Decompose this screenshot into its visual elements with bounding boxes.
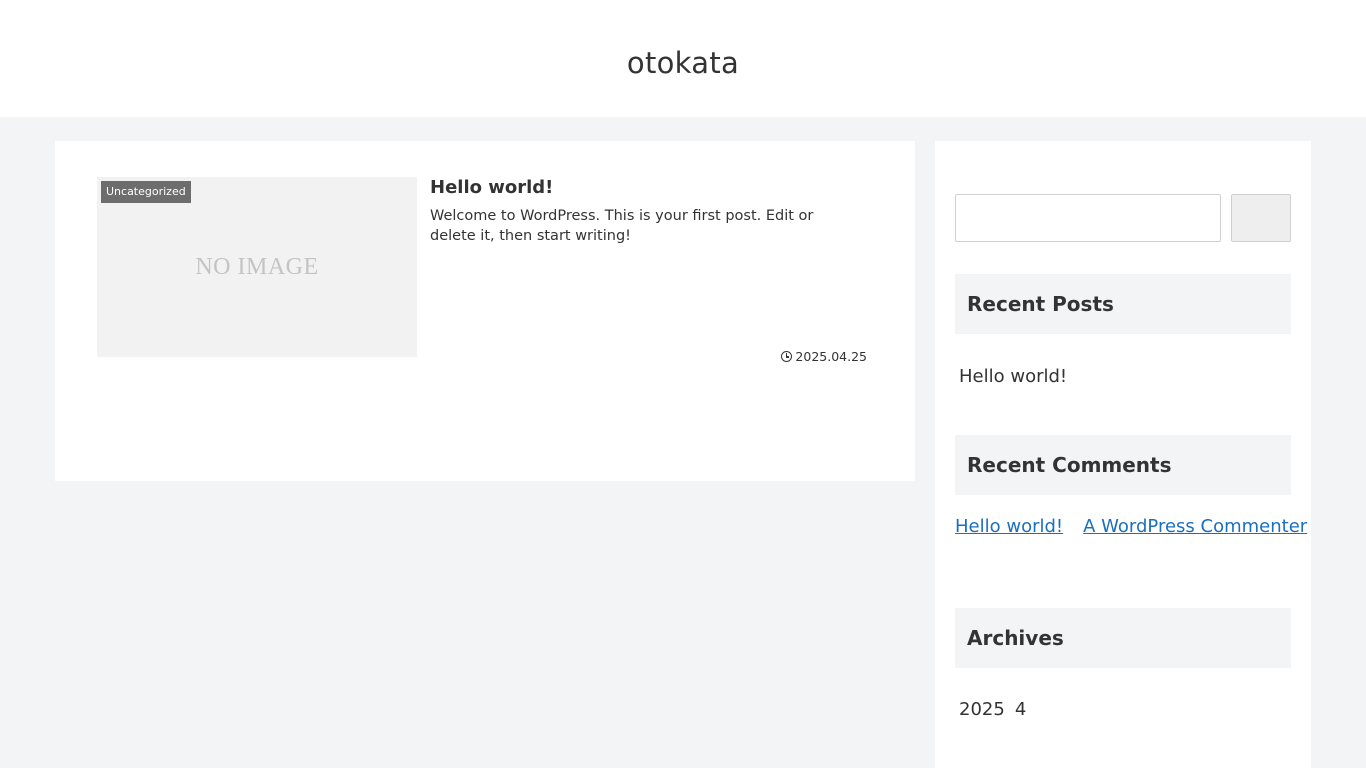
- archive-year: 2025: [959, 699, 1005, 720]
- post-title[interactable]: Hello world!: [430, 177, 553, 198]
- sidebar: Recent Posts Hello world! Recent Comment…: [935, 141, 1311, 768]
- comment-post-link[interactable]: Hello world!: [955, 516, 1063, 537]
- post-date: 2025.04.25: [781, 349, 867, 364]
- search-input[interactable]: [955, 194, 1221, 242]
- search-button[interactable]: [1231, 194, 1291, 242]
- recent-post-link[interactable]: Hello world!: [959, 366, 1067, 387]
- archive-link[interactable]: 2025 4: [959, 699, 1026, 720]
- comment-author-link[interactable]: A WordPress Commenter: [1083, 516, 1307, 537]
- recent-posts-heading: Recent Posts: [955, 274, 1291, 334]
- post-list: NO IMAGE Uncategorized Hello world! Welc…: [55, 141, 915, 481]
- archive-month: 4: [1014, 699, 1027, 720]
- clock-icon: [781, 351, 793, 362]
- archives-heading: Archives: [955, 608, 1291, 668]
- site-title[interactable]: otokata: [627, 46, 739, 80]
- site-header: otokata: [0, 0, 1366, 117]
- post-excerpt: Welcome to WordPress. This is your first…: [430, 208, 814, 244]
- recent-comment-item: Hello world! A WordPress Commenter: [955, 516, 1307, 537]
- no-image-placeholder: NO IMAGE: [195, 253, 319, 280]
- post-date-text: 2025.04.25: [795, 349, 867, 364]
- post-thumbnail[interactable]: NO IMAGE Uncategorized: [97, 177, 417, 357]
- recent-comments-heading: Recent Comments: [955, 435, 1291, 495]
- category-badge[interactable]: Uncategorized: [101, 181, 191, 203]
